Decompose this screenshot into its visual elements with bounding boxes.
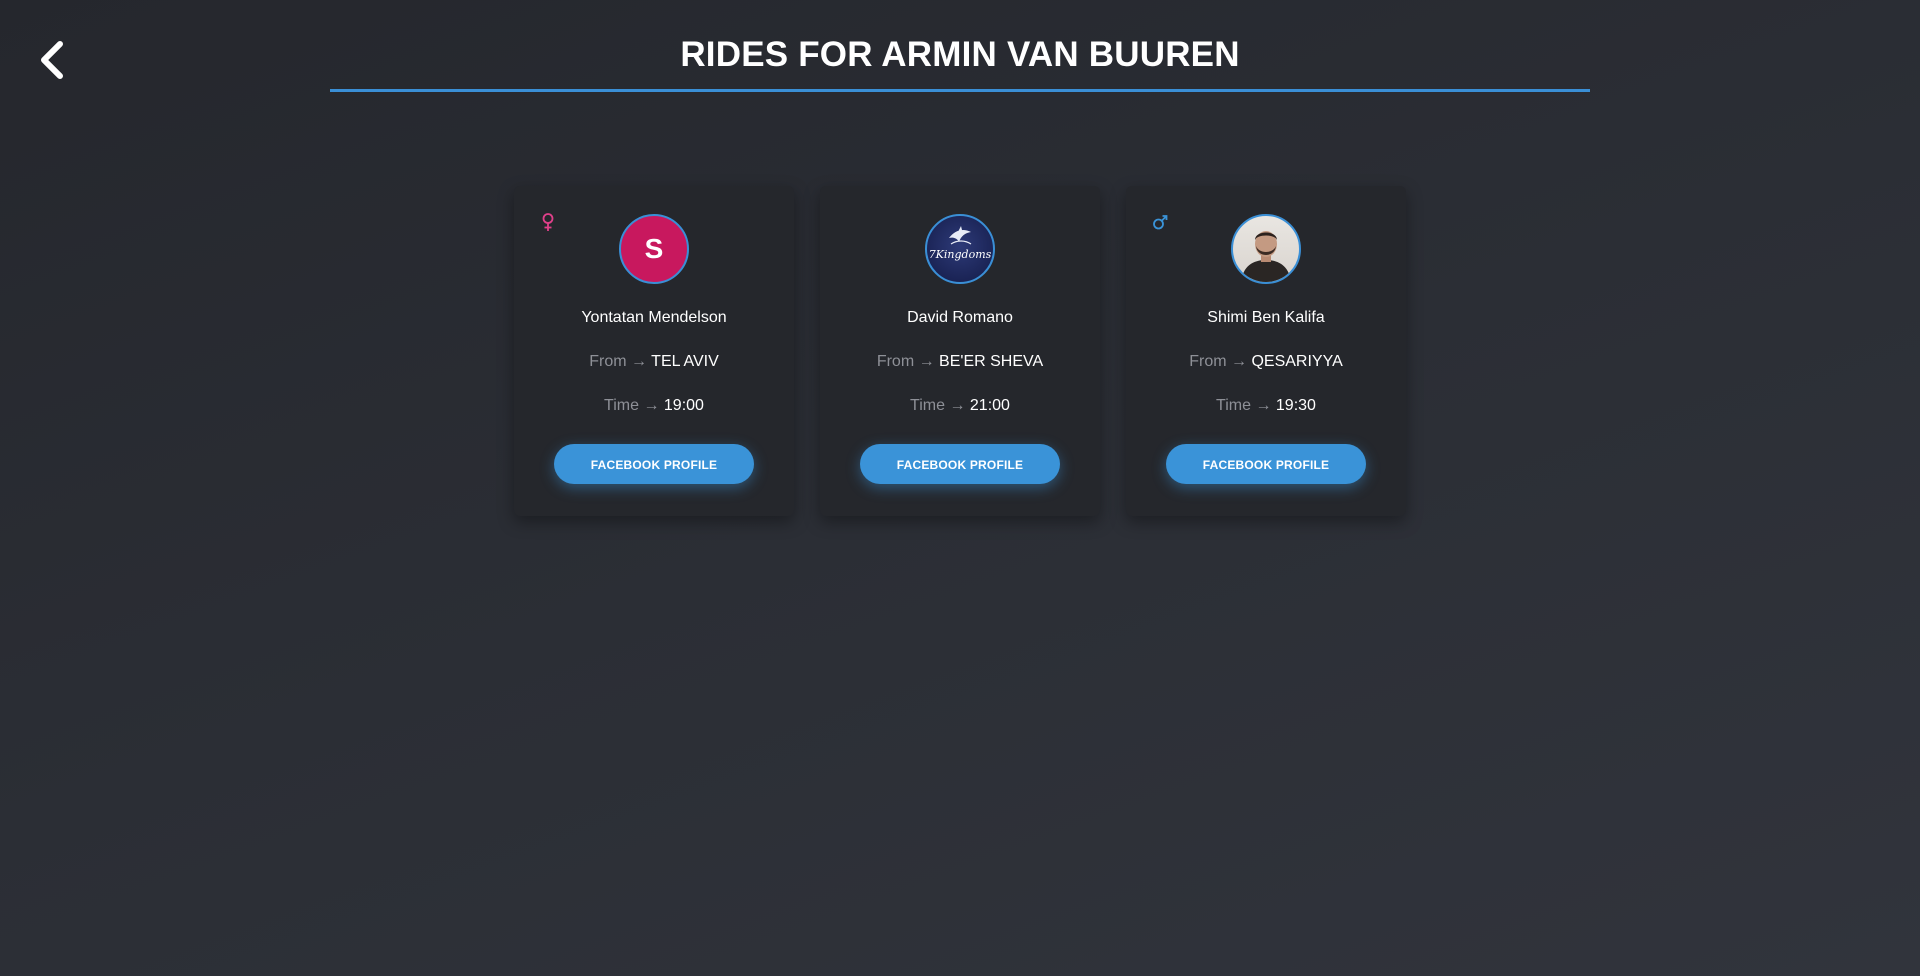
from-label: From → bbox=[1189, 353, 1248, 370]
avatar-letter: S bbox=[644, 233, 664, 264]
time-row: Time → 21:00 bbox=[820, 396, 1100, 416]
page-header: RIDES FOR ARMIN VAN BUUREN bbox=[330, 0, 1590, 92]
back-button[interactable] bbox=[36, 38, 72, 82]
ride-card: 7Kingdoms David Romano From → BE'ER SHEV… bbox=[820, 186, 1100, 516]
facebook-profile-button[interactable]: FACEBOOK PROFILE bbox=[1166, 444, 1366, 484]
time-row: Time → 19:30 bbox=[1126, 396, 1406, 416]
time-label: Time → bbox=[1216, 397, 1272, 414]
ride-card: Shimi Ben Kalifa From → QESARIYYA Time →… bbox=[1126, 186, 1406, 516]
from-label: From → bbox=[876, 353, 935, 370]
logo-text: 7Kingdoms bbox=[929, 248, 992, 261]
time-value: 19:00 bbox=[663, 397, 704, 414]
driver-name: Shimi Ben Kalifa bbox=[1207, 309, 1325, 326]
driver-name: David Romano bbox=[907, 309, 1013, 326]
facebook-profile-button[interactable]: FACEBOOK PROFILE bbox=[554, 444, 754, 484]
rides-list: S Yontatan Mendelson From → TEL AVIV Tim… bbox=[514, 186, 1406, 516]
female-symbol-icon bbox=[542, 213, 554, 231]
from-row: From → QESARIYYA bbox=[1126, 352, 1406, 372]
from-value: TEL AVIV bbox=[651, 353, 719, 370]
avatar: 7Kingdoms bbox=[925, 214, 995, 284]
time-label: Time → bbox=[604, 397, 660, 414]
avatar: S bbox=[619, 214, 689, 284]
avatar bbox=[1231, 214, 1301, 284]
page-title: RIDES FOR ARMIN VAN BUUREN bbox=[680, 35, 1240, 74]
chevron-left-icon bbox=[41, 41, 63, 79]
from-value: QESARIYYA bbox=[1251, 353, 1343, 370]
male-symbol-icon bbox=[1153, 215, 1168, 230]
time-value: 19:30 bbox=[1275, 397, 1316, 414]
time-label: Time → bbox=[910, 397, 966, 414]
driver-name: Yontatan Mendelson bbox=[581, 309, 727, 326]
person-photo-icon bbox=[1241, 231, 1291, 282]
from-row: From → BE'ER SHEVA bbox=[820, 352, 1100, 372]
from-label: From → bbox=[589, 353, 648, 370]
from-row: From → TEL AVIV bbox=[514, 352, 794, 372]
ride-card: S Yontatan Mendelson From → TEL AVIV Tim… bbox=[514, 186, 794, 516]
time-value: 21:00 bbox=[969, 397, 1010, 414]
time-row: Time → 19:00 bbox=[514, 396, 794, 416]
kingdoms-logo-icon: 7Kingdoms bbox=[929, 226, 992, 261]
from-value: BE'ER SHEVA bbox=[939, 353, 1044, 370]
facebook-profile-button[interactable]: FACEBOOK PROFILE bbox=[860, 444, 1060, 484]
